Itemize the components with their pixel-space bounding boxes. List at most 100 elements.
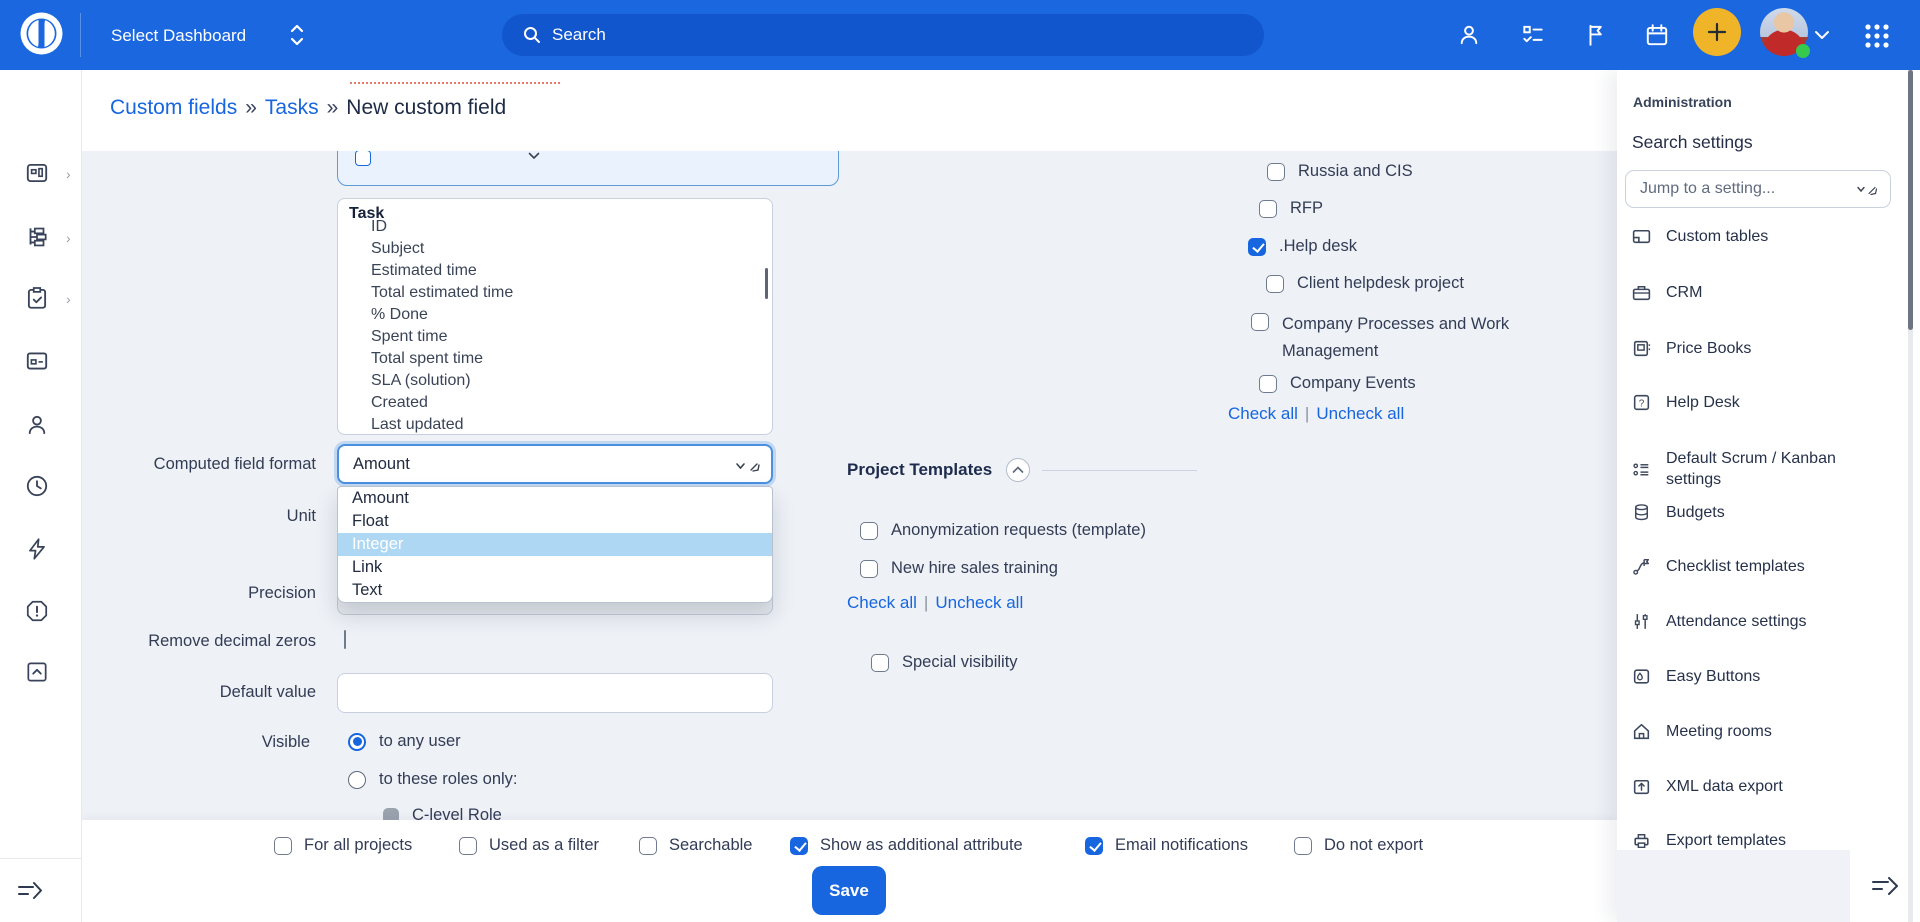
- listbox-option[interactable]: Last updated: [371, 416, 464, 434]
- menu-option-text[interactable]: Text: [338, 579, 772, 602]
- panel-item-price-books[interactable]: Price Books: [1631, 338, 1751, 359]
- task-field-listbox[interactable]: Task ID Subject Estimated time Total est…: [337, 198, 773, 435]
- app-grid-icon[interactable]: [1862, 21, 1892, 51]
- project-row[interactable]: Russia and CIS: [1267, 162, 1413, 181]
- panel-item-crm[interactable]: CRM: [1631, 282, 1702, 303]
- remove-decimal-zeros-checkbox[interactable]: [344, 630, 346, 649]
- footer-option[interactable]: Used as a filter: [459, 836, 599, 855]
- jump-to-setting-select[interactable]: Jump to a setting...: [1625, 170, 1891, 208]
- add-button[interactable]: [1693, 8, 1741, 56]
- footer-checkbox-checked[interactable]: [790, 837, 808, 855]
- panel-item-meeting-rooms[interactable]: Meeting rooms: [1631, 721, 1772, 742]
- project-checkbox[interactable]: [1266, 275, 1284, 293]
- project-checkbox[interactable]: [1259, 375, 1277, 393]
- radio-unselected[interactable]: [348, 771, 366, 789]
- panel-item-help-desk[interactable]: ? Help Desk: [1631, 392, 1740, 413]
- project-checkbox[interactable]: [1259, 200, 1277, 218]
- default-value-input[interactable]: [337, 673, 773, 713]
- save-button[interactable]: Save: [812, 866, 886, 915]
- users-icon[interactable]: [24, 412, 50, 438]
- visible-roles-option[interactable]: to these roles only:: [348, 770, 518, 789]
- project-checkbox[interactable]: [1267, 163, 1285, 181]
- computed-field-format-select[interactable]: Amount: [337, 444, 773, 484]
- alerts-icon[interactable]: [24, 598, 50, 624]
- footer-checkbox[interactable]: [274, 837, 292, 855]
- activity-lightning-icon[interactable]: [24, 536, 50, 562]
- template-row[interactable]: Anonymization requests (template): [860, 521, 1146, 540]
- sidebar-expand-chevron[interactable]: ›: [66, 291, 71, 307]
- archive-box-icon[interactable]: [24, 659, 50, 685]
- footer-option[interactable]: Searchable: [639, 836, 752, 855]
- listbox-scrollbar-thumb[interactable]: [765, 268, 768, 299]
- breadcrumb-custom-fields-link[interactable]: Custom fields: [110, 96, 237, 119]
- calendar-icon[interactable]: [1644, 22, 1670, 48]
- menu-option-amount[interactable]: Amount: [338, 487, 772, 510]
- uncheck-all-link[interactable]: Uncheck all: [1316, 404, 1404, 423]
- collapse-section-button[interactable]: [1006, 458, 1030, 482]
- visible-any-user-option[interactable]: to any user: [348, 732, 461, 751]
- select-dashboard-button[interactable]: Select Dashboard: [111, 26, 246, 46]
- project-row[interactable]: RFP: [1259, 199, 1323, 218]
- check-all-link[interactable]: Check all: [1228, 404, 1298, 423]
- breadcrumb-tasks-link[interactable]: Tasks: [265, 96, 319, 119]
- collapse-panel-icon[interactable]: [1869, 873, 1901, 899]
- footer-checkbox[interactable]: [1294, 837, 1312, 855]
- sidebar-expand-chevron[interactable]: ›: [66, 230, 71, 246]
- template-checkbox[interactable]: [860, 522, 878, 540]
- panel-item-xml-export[interactable]: XML data export: [1631, 776, 1783, 797]
- listbox-option[interactable]: % Done: [371, 306, 428, 324]
- project-tree-icon[interactable]: [24, 224, 50, 250]
- template-checkbox[interactable]: [860, 560, 878, 578]
- profile-icon[interactable]: [1456, 22, 1482, 48]
- tasks-clipboard-icon[interactable]: [24, 285, 50, 311]
- footer-option[interactable]: For all projects: [274, 836, 412, 855]
- panel-item-easy-buttons[interactable]: Easy Buttons: [1631, 666, 1760, 687]
- template-row[interactable]: New hire sales training: [860, 559, 1058, 578]
- listbox-option[interactable]: Total estimated time: [371, 284, 513, 302]
- panel-item-budgets[interactable]: Budgets: [1631, 502, 1725, 523]
- panel-item-attendance[interactable]: Attendance settings: [1631, 611, 1807, 632]
- uncheck-all-link[interactable]: Uncheck all: [935, 593, 1023, 612]
- footer-checkbox[interactable]: [459, 837, 477, 855]
- listbox-option[interactable]: Total spent time: [371, 350, 483, 368]
- special-visibility-checkbox[interactable]: [871, 654, 889, 672]
- footer-option[interactable]: Show as additional attribute: [790, 836, 1023, 855]
- flag-icon[interactable]: [1584, 22, 1610, 48]
- menu-option-link[interactable]: Link: [338, 556, 772, 579]
- radio-selected[interactable]: [348, 733, 366, 751]
- listbox-option[interactable]: ID: [371, 218, 387, 236]
- listbox-option[interactable]: Spent time: [371, 328, 447, 346]
- dashboards-icon[interactable]: [24, 160, 50, 186]
- listbox-option[interactable]: Estimated time: [371, 262, 477, 280]
- dashboard-sort-icon[interactable]: [288, 22, 306, 49]
- footer-option[interactable]: Email notifications: [1085, 836, 1248, 855]
- footer-option[interactable]: Do not export: [1294, 836, 1423, 855]
- panel-item-export-templates[interactable]: Export templates: [1631, 830, 1786, 851]
- project-row[interactable]: .Help desk: [1248, 237, 1357, 256]
- app-logo-icon[interactable]: [17, 9, 66, 58]
- check-all-link[interactable]: Check all: [847, 593, 917, 612]
- menu-option-integer[interactable]: Integer: [338, 533, 772, 556]
- time-clock-icon[interactable]: [24, 473, 50, 499]
- avatar-chevron-down-icon[interactable]: [1814, 29, 1830, 41]
- listbox-option[interactable]: SLA (solution): [371, 372, 471, 390]
- project-checkbox[interactable]: [1251, 313, 1269, 331]
- footer-checkbox[interactable]: [639, 837, 657, 855]
- project-row[interactable]: Company Processes and Work Management: [1251, 311, 1544, 365]
- project-checkbox-checked[interactable]: [1248, 238, 1266, 256]
- task-list-icon[interactable]: [1520, 22, 1546, 48]
- panel-item-scrum-settings[interactable]: Default Scrum / Kanban settings: [1631, 448, 1891, 490]
- scrolled-field-checkbox[interactable]: [355, 150, 371, 166]
- sidebar-expand-chevron[interactable]: ›: [66, 166, 71, 182]
- special-visibility-row[interactable]: Special visibility: [871, 653, 1018, 672]
- listbox-option[interactable]: Created: [371, 394, 428, 412]
- expand-sidebar-icon[interactable]: [16, 879, 46, 903]
- menu-option-float[interactable]: Float: [338, 510, 772, 533]
- listbox-option[interactable]: Subject: [371, 240, 424, 258]
- project-row[interactable]: Company Events: [1259, 374, 1416, 393]
- panel-item-custom-tables[interactable]: Custom tables: [1631, 226, 1768, 247]
- search-input[interactable]: Search: [502, 14, 1264, 56]
- panel-item-checklist-templates[interactable]: Checklist templates: [1631, 556, 1805, 577]
- footer-checkbox-checked[interactable]: [1085, 837, 1103, 855]
- page-scrollbar-thumb[interactable]: [1908, 70, 1913, 330]
